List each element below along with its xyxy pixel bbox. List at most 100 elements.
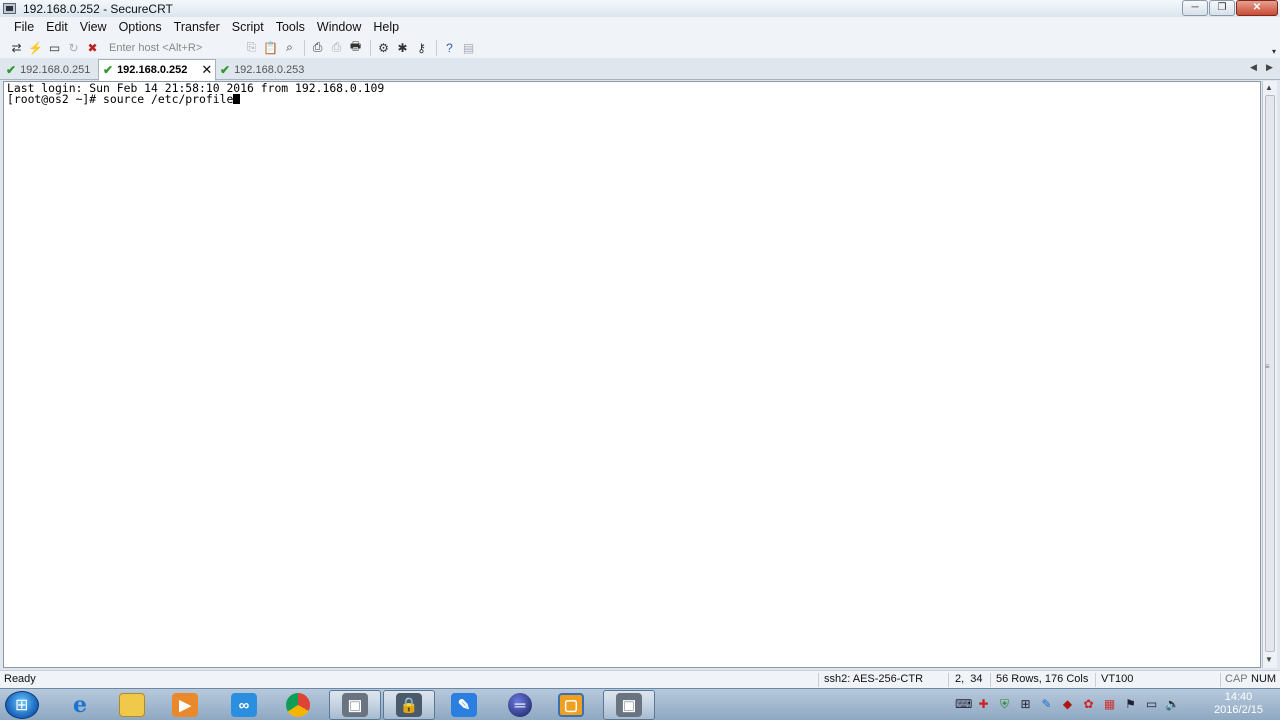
scrollbar-thumb[interactable] xyxy=(1265,95,1275,652)
enter-host-input[interactable] xyxy=(107,39,239,56)
taskbar-securecrt-1[interactable]: ▣ xyxy=(329,690,381,720)
status-terminal-size: 56 Rows, 176 Cols xyxy=(996,673,1089,685)
menu-view[interactable]: View xyxy=(74,20,113,34)
find-icon[interactable]: ⌕ xyxy=(281,39,298,56)
chrome-icon xyxy=(286,693,310,717)
status-num-lock: NUM xyxy=(1251,673,1277,685)
weibo-icon[interactable]: ✿ xyxy=(1081,697,1096,712)
menu-file[interactable]: File xyxy=(8,20,40,34)
minimize-button[interactable]: ─ xyxy=(1182,0,1208,16)
print-icon[interactable]: ⎙ xyxy=(309,39,326,56)
menu-tools[interactable]: Tools xyxy=(270,20,311,34)
scroll-down-icon[interactable]: ▼ xyxy=(1265,655,1273,664)
flag-red-icon[interactable]: ✚ xyxy=(976,697,991,712)
help-icon[interactable]: ? xyxy=(441,39,458,56)
vm-icon: ▢ xyxy=(558,693,584,717)
session-tab-bar: ✔ 192.168.0.251 ✔ 192.168.0.252 ✕ ✔ 192.… xyxy=(0,58,1280,81)
print-setup-icon[interactable]: 🖶 xyxy=(347,39,364,56)
toolbar-separator xyxy=(436,39,437,56)
status-caps-lock: CAP xyxy=(1225,673,1248,685)
status-emulation: VT100 xyxy=(1101,673,1134,685)
tab-label: 192.168.0.252 xyxy=(117,64,188,76)
status-ready: Ready xyxy=(4,673,36,685)
tab-192-168-0-252[interactable]: ✔ 192.168.0.252 ✕ xyxy=(98,59,216,81)
system-clock[interactable]: 14:40 2016/2/15 xyxy=(1214,691,1263,717)
close-tab-icon[interactable]: ✕ xyxy=(201,62,212,78)
security-icon[interactable]: ⛨ xyxy=(997,697,1012,712)
volume-icon[interactable]: 🔈 xyxy=(1165,697,1180,712)
taskbar-internet-explorer[interactable]: e xyxy=(54,690,106,720)
menu-help[interactable]: Help xyxy=(367,20,405,34)
terminal-area[interactable]: Last login: Sun Feb 14 21:58:10 2016 fro… xyxy=(3,81,1261,668)
tab-scroll-right-icon[interactable]: ▶ xyxy=(1266,62,1273,73)
scrollbar-grip-icon: ≡ xyxy=(1265,362,1270,371)
windows-taskbar: e ▶ ∞ ▣ 🔒 ✎ ═ ▢ ▣ ⌨ ✚ ⛨ ⊞ ✎ ◆ ✿ ▦ ⚑ ▭ 🔈 xyxy=(0,688,1280,720)
copy-icon[interactable]: ⎘ xyxy=(243,39,260,56)
terminal-cursor xyxy=(233,93,241,104)
status-bar: Ready ssh2: AES-256-CTR 2, 34 56 Rows, 1… xyxy=(0,670,1280,688)
terminal-line: [root@os2 ~]# source /etc/profile xyxy=(4,91,1260,106)
connect-icon[interactable]: ⇄ xyxy=(8,39,25,56)
reconnect-icon[interactable]: ↻ xyxy=(65,39,82,56)
taskbar-securecrt-2[interactable]: 🔒 xyxy=(383,690,435,720)
toolbar-overflow-icon[interactable]: ▾ xyxy=(1272,47,1276,56)
eclipse-icon: ═ xyxy=(508,693,532,717)
menu-options[interactable]: Options xyxy=(113,20,168,34)
connected-check-icon: ✔ xyxy=(220,62,231,77)
internet-explorer-icon: e xyxy=(73,692,87,718)
restore-button[interactable]: ❐ xyxy=(1209,0,1235,16)
toolbar: ⇄ ⚡ ▭ ↻ ✖ ⎘ 📋 ⌕ ⎙ ⎙ 🖶 ⚙ ✱ ⚷ ? ▤ ▾ xyxy=(0,37,1280,58)
folder-icon xyxy=(119,693,145,717)
status-divider xyxy=(948,673,949,687)
taskbar-securecrt-active[interactable]: ▣ xyxy=(603,690,655,720)
feather-icon[interactable]: ✎ xyxy=(1039,697,1054,712)
status-divider xyxy=(818,673,819,687)
disconnect-icon[interactable]: ✖ xyxy=(84,39,101,56)
terminal-scrollbar[interactable]: ▲ ≡ ▼ xyxy=(1262,81,1277,668)
close-button[interactable]: ✕ xyxy=(1236,0,1278,16)
menu-window[interactable]: Window xyxy=(311,20,367,34)
tab-scroll-left-icon[interactable]: ◀ xyxy=(1250,62,1257,73)
taskbar-media-player[interactable]: ▶ xyxy=(159,690,211,720)
taskbar-chrome[interactable] xyxy=(272,690,324,720)
menu-edit[interactable]: Edit xyxy=(40,20,74,34)
sftp-icon[interactable]: ▤ xyxy=(460,39,477,56)
paste-icon[interactable]: 📋 xyxy=(262,39,279,56)
quick-connect-icon[interactable]: ⚡ xyxy=(27,39,44,56)
taskbar-file-explorer[interactable] xyxy=(106,690,158,720)
taskbar-notes-app[interactable]: ✎ xyxy=(438,690,490,720)
media-player-icon: ▶ xyxy=(172,693,198,717)
pen-app-icon: ✎ xyxy=(451,693,477,717)
keyboard-icon[interactable]: ⌨ xyxy=(955,697,972,712)
menu-script[interactable]: Script xyxy=(226,20,270,34)
calendar-icon[interactable]: ▦ xyxy=(1102,697,1117,712)
status-cipher: ssh2: AES-256-CTR xyxy=(824,673,924,685)
taskbar-cloud-app[interactable]: ∞ xyxy=(218,690,270,720)
clock-date: 2016/2/15 xyxy=(1214,704,1263,716)
tab-192-168-0-253[interactable]: ✔ 192.168.0.253 xyxy=(220,59,320,80)
global-options-icon[interactable]: ✱ xyxy=(394,39,411,56)
network-icon[interactable]: ▭ xyxy=(1144,697,1159,712)
securecrt-app-icon[interactable] xyxy=(3,3,16,14)
connect-in-tab-icon[interactable]: ▭ xyxy=(46,39,63,56)
terminal-app-icon: ▣ xyxy=(342,693,368,717)
terminal-command-line: [root@os2 ~]# source /etc/profile xyxy=(7,91,234,106)
keymap-icon[interactable]: ⚷ xyxy=(413,39,430,56)
menu-bar: File Edit View Options Transfer Script T… xyxy=(0,17,1280,37)
session-options-icon[interactable]: ⚙ xyxy=(375,39,392,56)
shield-red-icon[interactable]: ◆ xyxy=(1060,697,1075,712)
start-button[interactable] xyxy=(5,691,39,719)
toolbar-separator xyxy=(370,39,371,56)
cloud-sync-icon: ∞ xyxy=(231,693,257,717)
windows-flag-icon[interactable]: ⊞ xyxy=(1018,697,1033,712)
taskbar-eclipse[interactable]: ═ xyxy=(494,690,546,720)
scroll-up-icon[interactable]: ▲ xyxy=(1265,83,1273,92)
tab-192-168-0-251[interactable]: ✔ 192.168.0.251 xyxy=(6,59,98,80)
menu-transfer[interactable]: Transfer xyxy=(168,20,226,34)
system-tray: ⌨ ✚ ⛨ ⊞ ✎ ◆ ✿ ▦ ⚑ ▭ 🔈 xyxy=(955,697,1180,712)
connected-check-icon: ✔ xyxy=(103,63,114,77)
taskbar-vmware[interactable]: ▢ xyxy=(545,690,597,720)
lock-terminal-icon: 🔒 xyxy=(396,693,422,717)
print-selection-icon[interactable]: ⎙ xyxy=(328,39,345,56)
action-center-icon[interactable]: ⚑ xyxy=(1123,697,1138,712)
